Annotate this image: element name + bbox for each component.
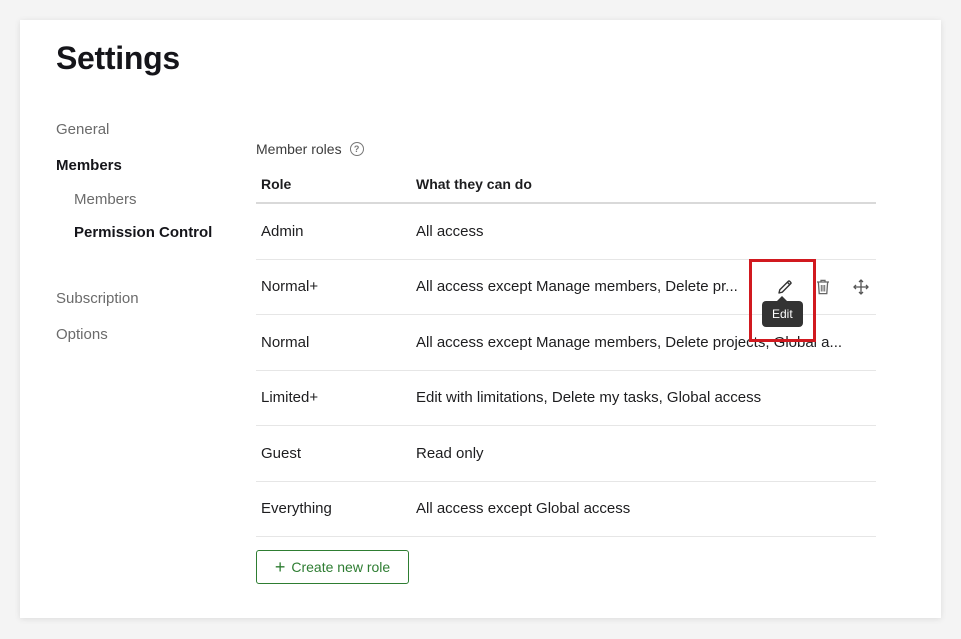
page-title: Settings [56,40,180,76]
sidebar-item-members-group[interactable]: Members [56,157,122,174]
role-desc: All access [416,222,484,240]
section-title: Member roles [256,141,342,157]
highlight-box [749,259,816,342]
sidebar-item-general[interactable]: General [56,121,109,138]
move-icon[interactable] [842,272,880,302]
table-row[interactable]: Limited+ Edit with limitations, Delete m… [256,371,876,426]
header-desc: What they can do [416,176,532,192]
table-row[interactable]: Guest Read only [256,426,876,482]
role-desc: All access except Manage members, Delete… [416,278,738,296]
help-circle-icon[interactable]: ? [349,142,364,156]
role-name: Admin [261,222,304,240]
member-roles-label: Member roles ? [256,141,364,157]
role-name: Normal+ [261,278,319,296]
sidebar-item-options[interactable]: Options [56,326,108,343]
roles-table: Role What they can do Admin All access N… [256,166,880,537]
header-role: Role [261,176,292,192]
role-desc: Read only [416,444,484,462]
table-header: Role What they can do [256,166,876,204]
role-desc: All access except Global access [416,500,631,518]
plus-icon: + [274,557,286,577]
role-name: Limited+ [261,389,319,407]
role-name: Guest [261,444,302,462]
sidebar-item-subscription[interactable]: Subscription [56,290,139,307]
sidebar-item-members[interactable]: Members [74,191,137,208]
create-button-label: Create new role [291,559,391,575]
table-row[interactable]: Everything All access except Global acce… [256,482,876,537]
sidebar-item-permission-control[interactable]: Permission Control [74,224,212,241]
role-name: Everything [261,500,332,518]
create-new-role-button[interactable]: + Create new role [256,550,409,584]
table-row[interactable]: Admin All access [256,204,876,260]
role-desc: Edit with limitations, Delete my tasks, … [416,389,762,407]
settings-card: Settings General Members Members Permiss… [20,20,941,618]
role-name: Normal [261,333,310,351]
